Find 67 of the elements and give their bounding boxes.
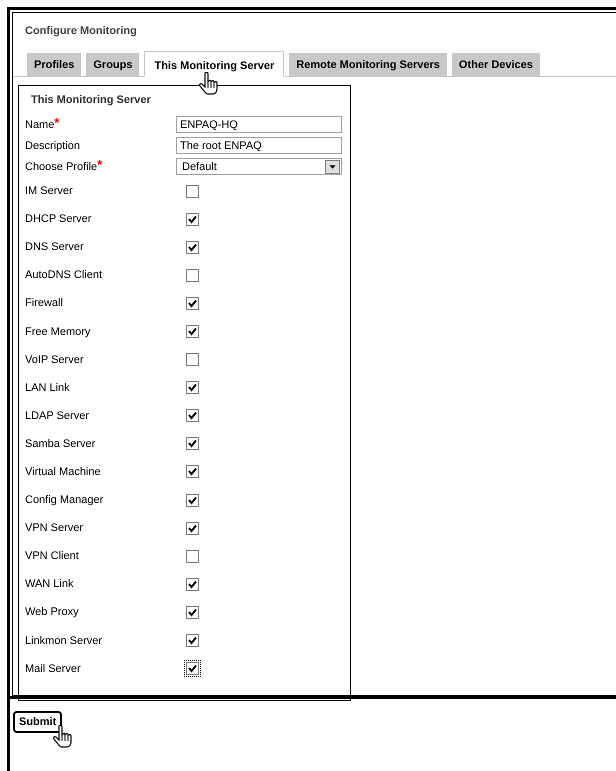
tab[interactable]: Other Devices [452,53,540,76]
checkbox[interactable] [186,296,199,310]
check-icon [188,664,197,674]
field-label: DNS Server [25,241,84,254]
field-label: Name [25,118,54,130]
field-label: VPN Client [25,550,79,562]
field-label: Firewall [25,297,63,310]
field-label: Samba Server [25,438,96,450]
field-label: Free Memory [25,326,90,338]
checkbox[interactable] [186,522,199,535]
field-label: Web Proxy [25,606,79,618]
check-icon [188,467,197,476]
required-mark: * [97,160,102,168]
checkbox[interactable] [186,240,199,254]
check-icon [188,608,197,617]
check-icon [188,496,197,505]
checkbox[interactable] [186,465,199,478]
checkbox[interactable] [186,494,199,507]
checkbox[interactable] [186,353,199,366]
field-label: Mail Server [25,662,81,675]
tab[interactable]: Remote Monitoring Servers [289,53,447,76]
tab[interactable]: This Monitoring Server [144,51,284,77]
check-icon [188,439,197,448]
check-icon [188,636,197,646]
checkbox[interactable] [186,184,199,198]
field-label: Config Manager [25,494,104,506]
checkbox[interactable] [186,381,199,394]
field-label: AutoDNS Client [25,269,102,282]
field-label: LAN Link [25,382,70,394]
check-icon [188,383,197,392]
tab[interactable]: Groups [86,53,140,76]
required-mark: * [54,118,60,126]
checkbox[interactable] [186,409,199,422]
checkbox[interactable] [186,606,199,619]
field-label: VoIP Server [25,354,84,366]
checkbox[interactable] [186,662,199,676]
field-label: IM Server [25,185,73,198]
section-title: Configure Monitoring [25,25,137,37]
submit-button[interactable]: Submit [13,711,62,733]
checkbox[interactable] [186,437,199,450]
check-icon [188,411,197,420]
check-icon [188,580,197,589]
check-icon [188,242,197,252]
checkbox[interactable] [186,212,199,226]
check-icon [188,298,197,308]
hand-cursor-icon [53,725,73,749]
profile-dropdown[interactable]: Default [176,158,342,175]
field-label: Choose Profile [25,160,98,172]
checkbox[interactable] [186,578,199,591]
field-label: DHCP Server [25,213,92,226]
check-icon [188,524,197,533]
input-field[interactable]: ENPAQ-HQ [176,116,342,133]
field-label: LDAP Server [25,410,89,422]
check-icon [188,214,197,224]
field-label: Linkmon Server [25,634,102,647]
checkbox[interactable] [186,325,199,338]
field-label: Description [25,140,80,152]
tab[interactable]: Profiles [27,53,82,76]
checkbox[interactable] [186,634,199,648]
input-field[interactable]: The root ENPAQ [176,137,342,154]
field-label: WAN Link [25,578,74,590]
checkbox[interactable] [186,550,199,563]
checkbox[interactable] [186,268,199,282]
check-icon [188,327,197,336]
field-label: VPN Server [25,522,84,534]
field-label: Virtual Machine [25,466,101,478]
panel-title: This Monitoring Server [31,94,151,106]
